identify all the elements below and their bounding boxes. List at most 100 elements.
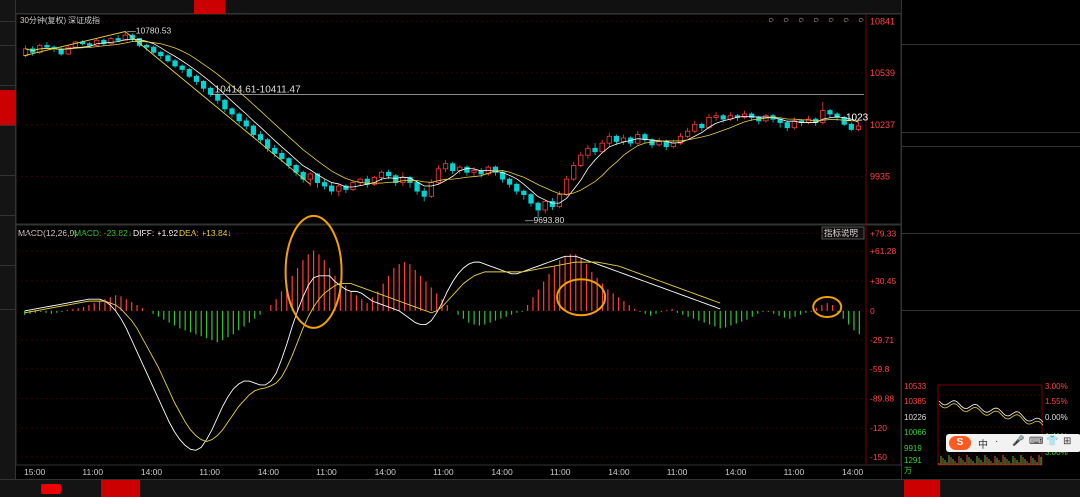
- indicator-tab[interactable]: [172, 480, 203, 497]
- macd-value: MACD: -23.82↓: [74, 228, 132, 238]
- valuation-row: [902, 278, 1080, 292]
- indicator-tab[interactable]: [646, 480, 685, 497]
- candle: [435, 165, 442, 185]
- indicator-tab[interactable]: [574, 480, 613, 497]
- candle: [101, 38, 107, 46]
- dot-icon[interactable]: ·: [995, 436, 998, 447]
- candle: [44, 42, 50, 49]
- indicator-tab[interactable]: [774, 480, 805, 497]
- period-tab[interactable]: [18, 0, 40, 14]
- macd-y-tick: -120: [870, 423, 887, 433]
- period-tab[interactable]: [226, 0, 257, 14]
- dea-line: [24, 261, 721, 443]
- mini-pct-tick: 3.00%: [1045, 383, 1068, 391]
- indicator-tab[interactable]: [941, 480, 977, 497]
- period-tab[interactable]: [86, 0, 100, 14]
- left-nav-item[interactable]: [0, 130, 16, 176]
- mini-pct-tick: 0.00%: [1045, 413, 1068, 422]
- candle: [521, 189, 527, 200]
- left-nav-item[interactable]: [0, 180, 16, 216]
- indicator-tab[interactable]: [686, 480, 742, 497]
- x-tick: 11:00: [550, 467, 571, 477]
- period-tab[interactable]: [101, 0, 115, 14]
- indicator-tab[interactable]: [415, 480, 446, 497]
- candle: [820, 102, 826, 125]
- indicator-tab[interactable]: [478, 480, 517, 497]
- left-nav-item[interactable]: [0, 26, 16, 46]
- left-nav-item[interactable]: [0, 90, 16, 126]
- candle: [592, 143, 598, 156]
- indicator-tab[interactable]: [383, 480, 414, 497]
- indicator-bar: [0, 479, 1080, 497]
- candle: [336, 184, 342, 197]
- candle: [371, 175, 377, 186]
- candle: [549, 198, 555, 210]
- left-nav-item[interactable]: [0, 270, 16, 310]
- period-tab[interactable]: [340, 0, 371, 14]
- x-tick: 14:00: [258, 467, 280, 477]
- chinese-input-icon[interactable]: 中: [978, 436, 988, 451]
- mini-y-tick: 10226: [904, 413, 927, 422]
- grid-icon[interactable]: ⊞: [1063, 436, 1071, 447]
- keyboard-icon[interactable]: ⌨: [1029, 436, 1043, 447]
- period-tab[interactable]: [162, 0, 193, 14]
- indicator-tab[interactable]: [244, 480, 313, 497]
- candle: [770, 114, 776, 123]
- indicator-tab[interactable]: [806, 480, 845, 497]
- period-tab[interactable]: [41, 0, 55, 14]
- candle: [364, 175, 370, 188]
- left-nav-item[interactable]: [0, 2, 16, 22]
- candle: [642, 132, 648, 144]
- indicator-tab[interactable]: [904, 480, 940, 497]
- period-tab[interactable]: [56, 0, 70, 14]
- left-nav-item[interactable]: [0, 220, 16, 266]
- indicator-tab[interactable]: [549, 480, 573, 497]
- period-tab[interactable]: [258, 0, 298, 14]
- candle: [784, 120, 790, 132]
- indicator-tab[interactable]: [978, 480, 1014, 497]
- period-tab[interactable]: [116, 0, 138, 14]
- indicator-tab[interactable]: [101, 480, 140, 497]
- indicator-tab[interactable]: [141, 480, 172, 497]
- app-logo-badge[interactable]: S 中 · 🎤 ⌨ 👕 ⊞: [946, 434, 1080, 452]
- candle: [108, 36, 114, 45]
- period-tab[interactable]: [71, 0, 85, 14]
- valuation-row: [902, 264, 1080, 278]
- period-tab[interactable]: [139, 0, 161, 14]
- logo-s-icon: S: [949, 436, 971, 450]
- skin-icon[interactable]: 👕: [1046, 436, 1058, 447]
- indicator-tab[interactable]: [446, 480, 477, 497]
- settings-button[interactable]: [0, 480, 40, 497]
- mic-icon[interactable]: 🎤: [1012, 436, 1024, 447]
- candle: [200, 79, 207, 92]
- quote-row: [902, 176, 1080, 190]
- indicator-tab[interactable]: [62, 480, 100, 497]
- candle: [855, 122, 862, 132]
- x-tick: 11:00: [199, 467, 220, 477]
- indicator-tab[interactable]: [614, 480, 645, 497]
- period-tab[interactable]: [372, 0, 394, 14]
- indicator-tab[interactable]: [204, 480, 243, 497]
- period-tab[interactable]: [299, 0, 339, 14]
- quote-row: [902, 162, 1080, 176]
- macd-title: MACD(12,26,9): [18, 228, 77, 238]
- candle: [343, 184, 349, 193]
- indicator-tab[interactable]: [743, 480, 774, 497]
- order-row: [902, 318, 1080, 332]
- candle: [193, 74, 200, 85]
- x-tick: 14:00: [725, 467, 747, 477]
- chart-svg: 10841 10539 10237 9935 30分钟(复权) 深证成指 —10780.53…: [15, 13, 902, 477]
- candle: [656, 138, 662, 147]
- indicator-tab[interactable]: [313, 480, 382, 497]
- quote-sidebar: 10533 10385 10226 10066 9919 1291 万 3.00% 1.55% 0…: [901, 0, 1080, 479]
- market-stat-row: [902, 89, 1080, 103]
- candle: [450, 162, 456, 174]
- candle: [677, 132, 684, 145]
- period-tab[interactable]: [194, 0, 225, 14]
- mini-intraday-chart: 10533 10385 10226 10066 9919 1291万 3.00% 1.55% 0…: [902, 383, 1080, 479]
- market-stat-row: [902, 103, 1080, 117]
- left-nav-item[interactable]: [0, 50, 16, 86]
- macd-y-tick: +61.28: [870, 246, 897, 256]
- level-label: 10414.61-10411.47: [215, 85, 301, 96]
- indicator-tab[interactable]: [518, 480, 549, 497]
